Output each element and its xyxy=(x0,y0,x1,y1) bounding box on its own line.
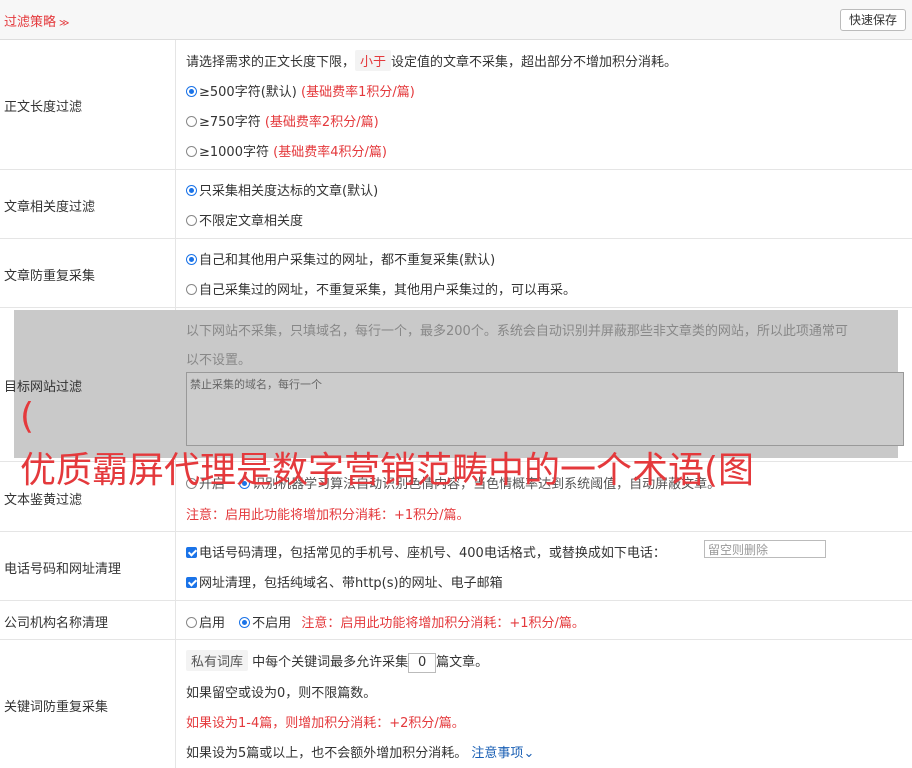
section-title[interactable]: 过滤策略 ≫ xyxy=(4,11,69,30)
checkbox-checked-icon[interactable] xyxy=(186,547,197,558)
length-filter-row: 正文长度过滤 请选择需求的正文长度下限， 小于 设定值的文章不采集，超出部分不增加积… xyxy=(0,40,912,170)
length-filter-desc: 请选择需求的正文长度下限， 小于 设定值的文章不采集，超出部分不增加积分消耗。 xyxy=(186,50,677,71)
org-clean-row: 公司机构名称清理 启用 不启用 注意：启用此功能将增加积分消耗：+1积分/篇。 xyxy=(0,601,912,640)
replacement-phone-input[interactable]: 留空则删除 xyxy=(704,540,826,558)
radio-on-icon[interactable] xyxy=(186,86,197,97)
duplicate-option-2[interactable]: 自己采集过的网址，不重复采集，其他用户采集过的，可以再采。 xyxy=(186,279,576,298)
porn-filter-notice: 注意：启用此功能将增加积分消耗：+1积分/篇。 xyxy=(186,508,470,523)
radio-on-icon[interactable] xyxy=(186,185,197,196)
site-filter-desc-1: 以下网站不采集，只填域名，每行一个，最多200个。系统会自动识别并屏蔽那些非文章… xyxy=(186,324,848,339)
checkbox-checked-icon[interactable] xyxy=(186,577,197,588)
keyword-dup-line4: 如果设为5篇或以上，也不会额外增加积分消耗。 注意事项⌄ xyxy=(186,746,535,761)
max-articles-input[interactable]: 0 xyxy=(408,652,437,673)
contact-clean-label: 电话号码和网址清理 xyxy=(4,562,122,577)
org-clean-notice: 注意：启用此功能将增加积分消耗：+1积分/篇。 xyxy=(301,616,585,631)
filter-strategy-header: 过滤策略 ≫ 快速保存 xyxy=(0,0,912,40)
keyword-dup-line2: 如果留空或设为0，则不限篇数。 xyxy=(186,686,377,701)
length-option-500[interactable]: ≥500字符(默认) (基础费率1积分/篇) xyxy=(186,81,415,100)
relevance-option-1[interactable]: 只采集相关度达标的文章(默认) xyxy=(186,180,378,199)
duplicate-filter-label: 文章防重复采集 xyxy=(4,269,96,284)
phone-clean-option[interactable]: 电话号码清理，包括常见的手机号、座机号、400电话格式，或替换成如下电话： xyxy=(186,542,666,561)
keyword-dup-line1: 私有词库 中每个关键词最多允许采集 0 篇文章。 xyxy=(186,650,488,673)
org-clean-options: 启用 不启用 注意：启用此功能将增加积分消耗：+1积分/篇。 xyxy=(186,612,585,631)
quick-save-button[interactable]: 快速保存 xyxy=(839,9,906,31)
url-clean-option[interactable]: 网址清理，包括纯域名、带http(s)的网址、电子邮箱 xyxy=(186,572,503,591)
radio-on-icon[interactable] xyxy=(186,254,197,265)
relevance-option-2[interactable]: 不限定文章相关度 xyxy=(186,210,303,229)
org-clean-label: 公司机构名称清理 xyxy=(4,616,109,631)
keyword-dup-row: 关键词防重复采集 私有词库 中每个关键词最多允许采集 0 篇文章。 如果留空或设为0… xyxy=(0,640,912,768)
notice-link[interactable]: 注意事项⌄ xyxy=(471,746,534,761)
keyword-dup-label: 关键词防重复采集 xyxy=(4,700,109,715)
less-than-tag: 小于 xyxy=(355,50,392,71)
relevance-filter-label: 文章相关度过滤 xyxy=(4,200,96,215)
duplicate-option-1[interactable]: 自己和其他用户采集过的网址，都不重复采集(默认) xyxy=(186,249,495,268)
site-filter-desc-2: 以不设置。 xyxy=(186,353,252,368)
keyword-dup-line3: 如果设为1-4篇，则增加积分消耗：+2积分/篇。 xyxy=(186,716,465,731)
radio-off-icon[interactable] xyxy=(186,284,197,295)
length-filter-label: 正文长度过滤 xyxy=(4,100,83,115)
chevron-double-down-icon: ≫ xyxy=(59,18,70,29)
chevron-down-icon: ⌄ xyxy=(523,746,535,761)
overlay-red-text: ( 优质霸屏代理是数字营销范畴中的一个术语(图 xyxy=(20,396,755,491)
radio-off-icon[interactable] xyxy=(186,146,197,157)
radio-off-icon[interactable] xyxy=(186,215,197,226)
radio-off-icon[interactable] xyxy=(186,116,197,127)
duplicate-filter-row: 文章防重复采集 自己和其他用户采集过的网址，都不重复采集(默认) 自己采集过的网… xyxy=(0,239,912,308)
private-lexicon-tag[interactable]: 私有词库 xyxy=(186,650,249,671)
length-option-1000[interactable]: ≥1000字符 (基础费率4积分/篇) xyxy=(186,141,387,160)
radio-on-icon[interactable] xyxy=(239,617,251,628)
relevance-filter-row: 文章相关度过滤 只采集相关度达标的文章(默认) 不限定文章相关度 xyxy=(0,170,912,239)
radio-off-icon[interactable] xyxy=(186,617,197,628)
length-option-750[interactable]: ≥750字符 (基础费率2积分/篇) xyxy=(186,111,379,130)
